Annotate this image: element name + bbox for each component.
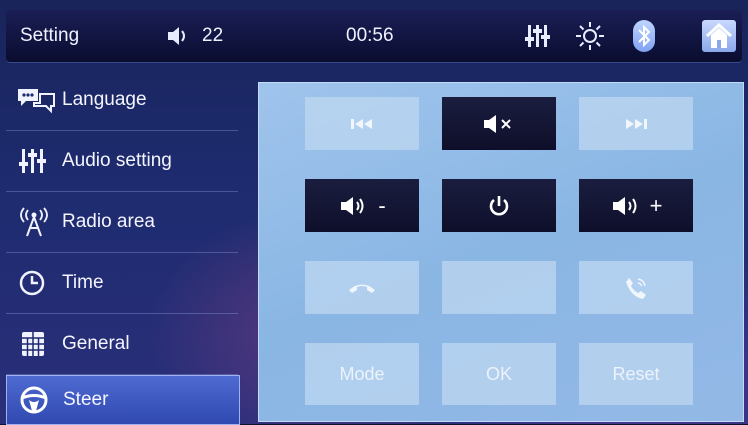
speech-bubbles-icon (18, 89, 55, 114)
next-track-icon (626, 118, 647, 129)
previous-track-icon (351, 118, 372, 129)
bluetooth-icon[interactable] (633, 20, 655, 52)
volume-up-label: + (649, 192, 663, 218)
volume-down-label: - (378, 192, 386, 218)
screen: Setting 22 00:56 Language Audio setting … (0, 0, 748, 425)
equalizer-icon[interactable] (524, 24, 552, 48)
sidebar-item-label: General (62, 333, 130, 354)
mute-icon (484, 114, 511, 133)
blank-key-button[interactable] (442, 261, 556, 314)
page-title: Setting (20, 25, 80, 46)
sidebar-item-steer[interactable]: Steer (6, 375, 240, 425)
volume-up-icon (612, 196, 637, 215)
reset-button[interactable]: Reset (579, 343, 693, 405)
sidebar-item-label: Radio area (62, 211, 155, 232)
volume-down-icon (341, 196, 364, 215)
clock-time: 00:56 (346, 25, 394, 46)
sidebar-item-general[interactable]: General (6, 314, 238, 375)
sidebar-item-label: Time (62, 272, 104, 293)
answer-call-button[interactable] (579, 261, 693, 314)
sidebar-item-label: Steer (63, 389, 109, 410)
previous-track-button[interactable] (305, 97, 419, 150)
sidebar-item-radio-area[interactable]: Radio area (6, 192, 238, 253)
answer-call-icon (626, 277, 646, 299)
clock-icon (19, 270, 45, 296)
home-button[interactable] (702, 20, 736, 52)
steering-wheel-icon (20, 386, 48, 414)
next-track-button[interactable] (579, 97, 693, 150)
hang-up-icon (349, 284, 375, 293)
antenna-icon (20, 207, 48, 237)
mode-label: Mode (339, 363, 385, 384)
mode-button[interactable]: Mode (305, 343, 419, 405)
mute-button[interactable] (442, 97, 556, 150)
sidebar-item-language[interactable]: Language (6, 70, 238, 131)
ok-button[interactable]: OK (442, 343, 556, 405)
steer-key-panel: - + Mode OK Reset (258, 82, 744, 422)
home-icon (705, 22, 733, 48)
hang-up-button[interactable] (305, 261, 419, 314)
volume-up-button[interactable]: + (579, 179, 693, 232)
sidebar-item-audio-setting[interactable]: Audio setting (6, 131, 238, 192)
volume-down-button[interactable]: - (305, 179, 419, 232)
sidebar-item-label: Language (62, 89, 147, 110)
ok-label: OK (485, 363, 512, 384)
sidebar-item-label: Audio setting (62, 150, 172, 171)
volume-level: 22 (202, 25, 224, 46)
reset-label: Reset (612, 363, 660, 384)
brightness-icon[interactable] (574, 21, 606, 51)
power-icon (489, 195, 509, 215)
equalizer-icon (19, 149, 46, 173)
status-bar: Setting 22 00:56 (6, 10, 742, 63)
settings-sidebar: Language Audio setting Radio area Time G… (6, 70, 240, 425)
speaker-icon[interactable] (166, 26, 192, 46)
power-button[interactable] (442, 179, 556, 232)
sidebar-item-time[interactable]: Time (6, 253, 238, 314)
grid-icon (22, 332, 44, 356)
